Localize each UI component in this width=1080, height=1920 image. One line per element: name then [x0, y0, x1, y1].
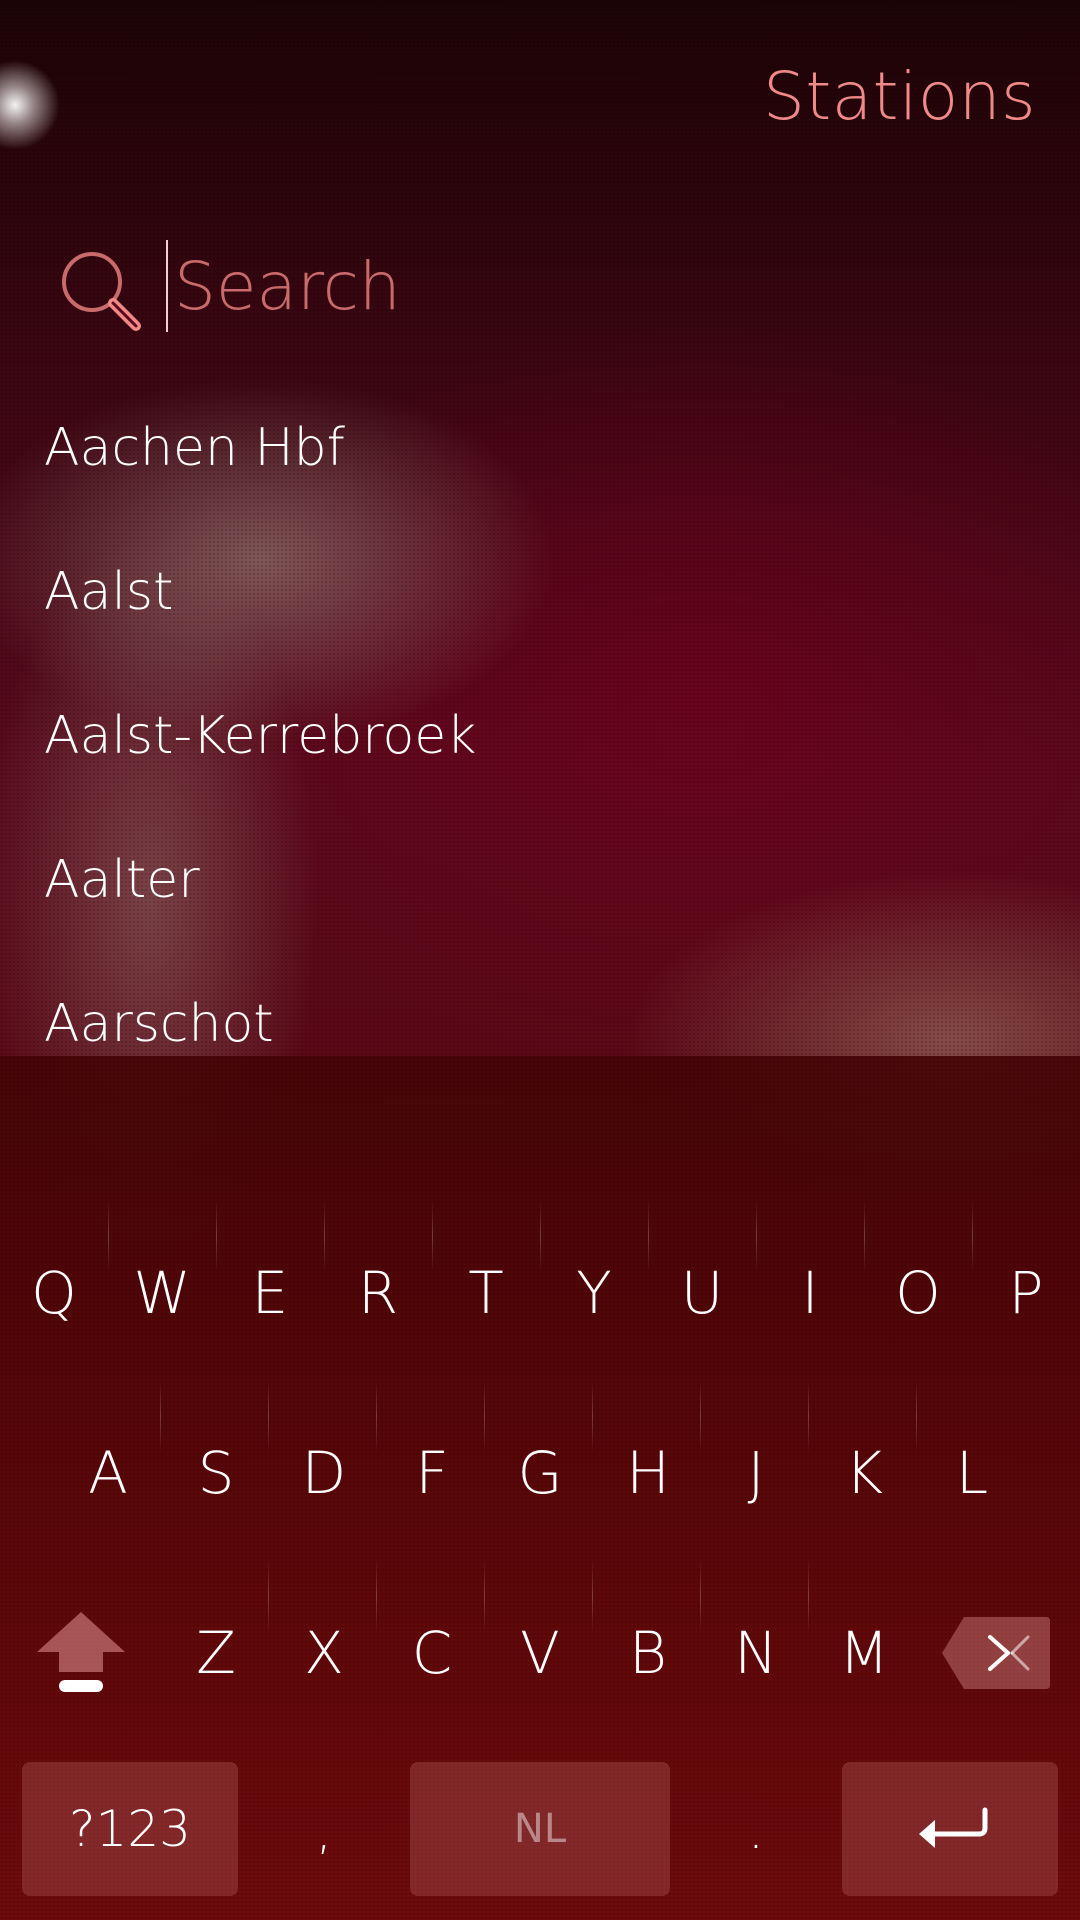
key-i[interactable]: I	[756, 1218, 864, 1368]
key-l[interactable]: L	[918, 1398, 1026, 1548]
key-n[interactable]: N	[702, 1578, 810, 1728]
station-item[interactable]: Aalter	[44, 850, 200, 910]
key-m[interactable]: M	[810, 1578, 918, 1728]
shift-icon	[37, 1612, 125, 1692]
backspace-icon	[942, 1617, 1050, 1689]
key-h[interactable]: H	[594, 1398, 702, 1548]
station-item[interactable]: Aalst-Kerrebroek	[44, 706, 476, 766]
station-item[interactable]: Aachen Hbf	[44, 418, 345, 478]
period-key[interactable]: .	[702, 1756, 810, 1906]
search-field[interactable]	[56, 240, 1036, 340]
station-item[interactable]: Aalst	[44, 562, 173, 622]
search-input[interactable]	[166, 240, 1034, 332]
key-g[interactable]: G	[486, 1398, 594, 1548]
key-u[interactable]: U	[648, 1218, 756, 1368]
key-w[interactable]: W	[108, 1218, 216, 1368]
key-y[interactable]: Y	[540, 1218, 648, 1368]
space-key[interactable]: NL	[410, 1762, 670, 1896]
key-f[interactable]: F	[378, 1398, 486, 1548]
key-c[interactable]: C	[378, 1578, 486, 1728]
key-b[interactable]: B	[594, 1578, 702, 1728]
key-k[interactable]: K	[810, 1398, 918, 1548]
key-o[interactable]: O	[864, 1218, 972, 1368]
key-q[interactable]: Q	[0, 1218, 108, 1368]
virtual-keyboard: Q W E R T Y U I O P A S D F G H J K L Z …	[0, 1056, 1080, 1920]
backspace-key[interactable]	[940, 1578, 1052, 1728]
key-v[interactable]: V	[486, 1578, 594, 1728]
key-a[interactable]: A	[54, 1398, 162, 1548]
key-d[interactable]: D	[270, 1398, 378, 1548]
symbols-key[interactable]: ?123	[22, 1762, 238, 1896]
enter-key[interactable]	[842, 1762, 1058, 1896]
search-icon[interactable]	[56, 246, 146, 336]
key-x[interactable]: X	[270, 1578, 378, 1728]
app-screen: Stations Aachen Hbf Aalst Aalst-Kerrebro…	[0, 0, 1080, 1920]
key-s[interactable]: S	[162, 1398, 270, 1548]
key-j[interactable]: J	[702, 1398, 810, 1548]
key-p[interactable]: P	[972, 1218, 1080, 1368]
page-title: Stations	[762, 58, 1036, 135]
shift-key[interactable]	[26, 1578, 136, 1728]
key-t[interactable]: T	[432, 1218, 540, 1368]
key-e[interactable]: E	[216, 1218, 324, 1368]
comma-key[interactable]: ,	[270, 1756, 378, 1906]
key-r[interactable]: R	[324, 1218, 432, 1368]
station-item[interactable]: Aarschot	[44, 994, 274, 1054]
enter-icon	[919, 1807, 988, 1848]
pulley-indicator	[0, 60, 60, 150]
key-z[interactable]: Z	[162, 1578, 270, 1728]
